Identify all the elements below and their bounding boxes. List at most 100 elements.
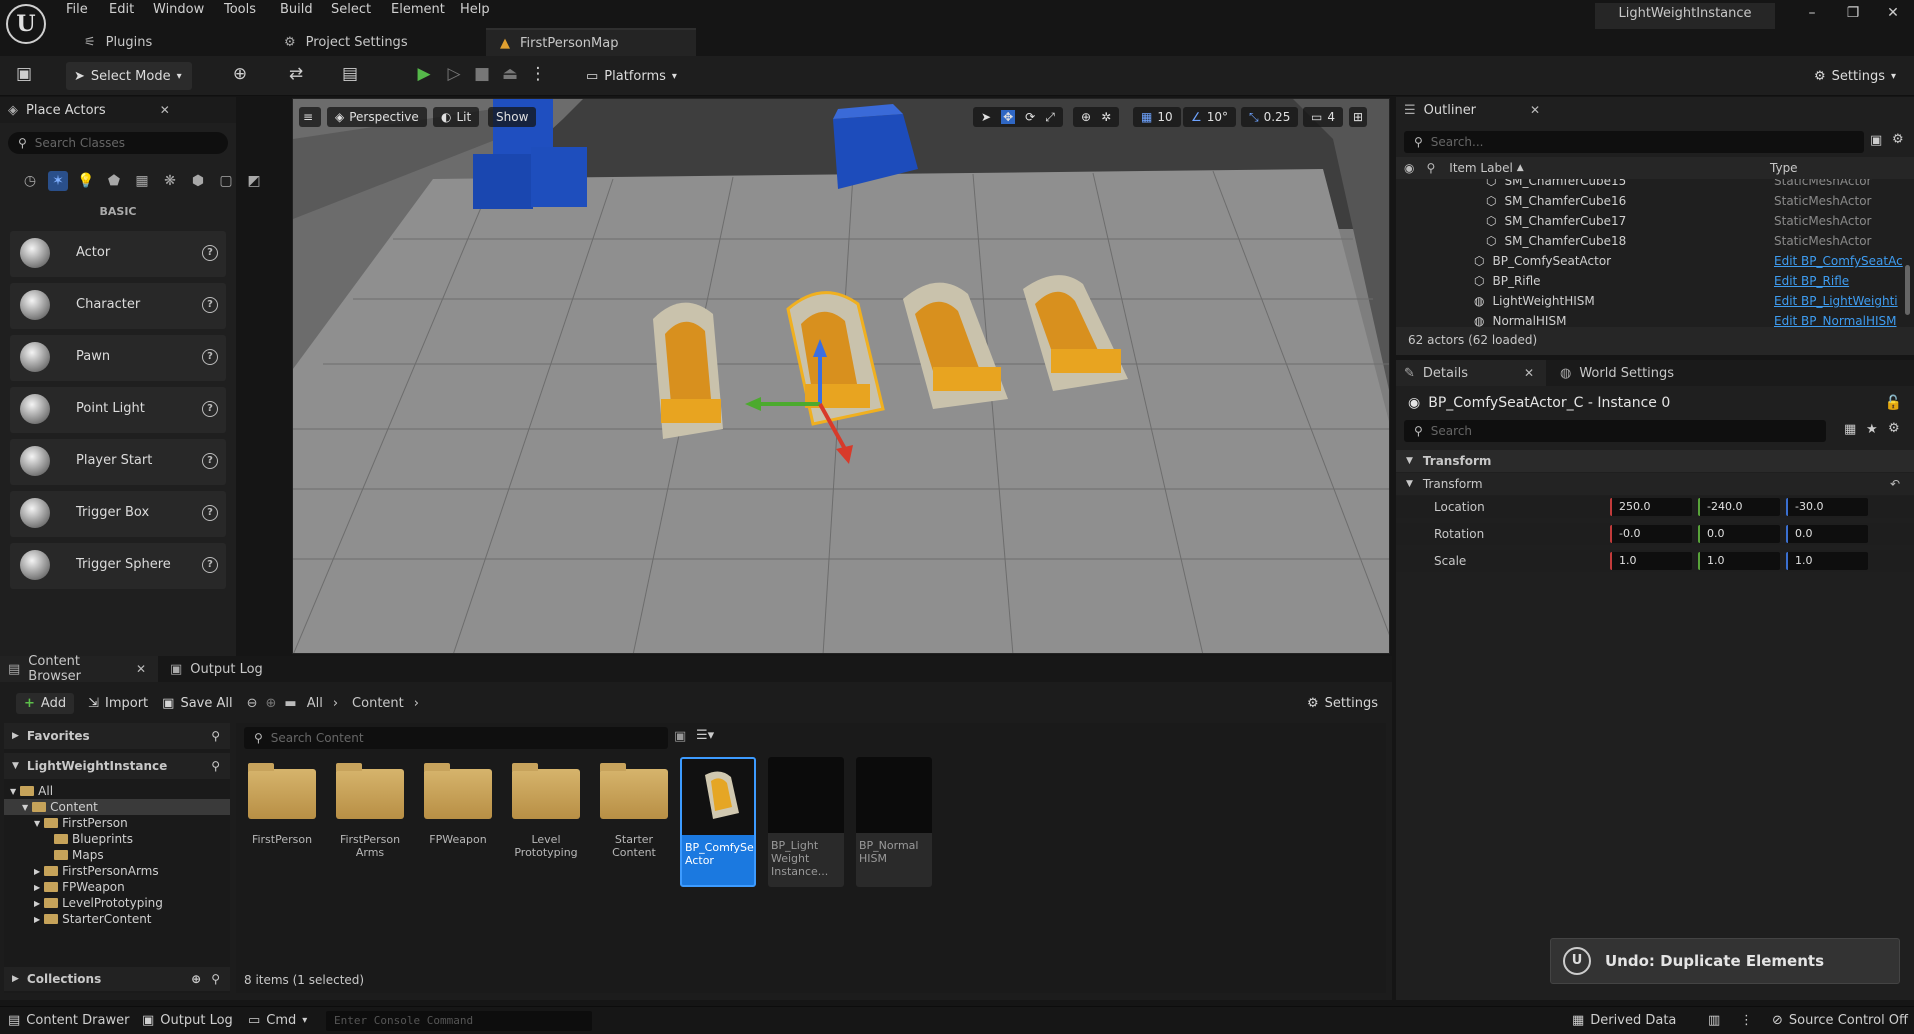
menu-help[interactable]: Help: [460, 2, 490, 17]
folder-tile[interactable]: Level Prototyping: [508, 759, 584, 889]
rotate-tool-icon[interactable]: ⟳: [1025, 110, 1035, 124]
scale-z-field[interactable]: 1.0: [1786, 552, 1868, 570]
rotation-snap-button[interactable]: ∠ 10°: [1183, 107, 1237, 127]
cmd-dropdown[interactable]: ▭ Cmd ▾: [248, 1013, 307, 1028]
eject-icon[interactable]: ⏏: [496, 64, 524, 84]
help-icon[interactable]: ?: [202, 557, 218, 573]
rotation-y-field[interactable]: 0.0: [1698, 525, 1780, 543]
edit-blueprint-link[interactable]: Edit BP_NormalHISM: [1774, 314, 1896, 327]
actor-item-pawn[interactable]: Pawn ?: [10, 335, 226, 381]
collections-header[interactable]: ▶ Collections ⊕ ⚲: [4, 967, 230, 991]
edit-blueprint-link[interactable]: Edit BP_Rifle: [1774, 274, 1849, 288]
scale-snap-button[interactable]: ⤡ 0.25: [1241, 107, 1299, 127]
tree-item[interactable]: ▼ All: [4, 783, 230, 799]
close-tab-icon[interactable]: ✕: [1524, 366, 1534, 380]
outliner-search-input[interactable]: ⚲ Search...: [1404, 131, 1864, 153]
blueprint-icon[interactable]: ⇄: [282, 64, 310, 84]
scale-x-field[interactable]: 1.0: [1610, 552, 1692, 570]
lock-icon[interactable]: 🔓: [1885, 395, 1902, 411]
geometry-icon[interactable]: ⬢: [188, 171, 208, 191]
tree-item[interactable]: ▼ FirstPerson: [4, 815, 230, 831]
asset-tile[interactable]: BP_Normal HISM: [856, 757, 932, 887]
actor-item-trigger-box[interactable]: Trigger Box ?: [10, 491, 226, 537]
visual-effects-icon[interactable]: ❋: [160, 171, 180, 191]
viewport-menu-button[interactable]: ≡: [299, 107, 321, 127]
source-control-button[interactable]: ⊘ Source Control Off: [1772, 1013, 1908, 1028]
move-tool-icon[interactable]: ✥: [1001, 110, 1016, 124]
search-classes-input[interactable]: ⚲ Search Classes: [8, 132, 228, 154]
save-all-button[interactable]: ▣ Save All: [162, 696, 232, 711]
tab-world-settings[interactable]: ◍ World Settings: [1546, 366, 1674, 381]
step-icon[interactable]: ▷: [440, 64, 468, 84]
help-icon[interactable]: ?: [202, 505, 218, 521]
menu-edit[interactable]: Edit: [109, 2, 134, 17]
menu-tools[interactable]: Tools: [224, 2, 256, 17]
gear-icon[interactable]: ⚙: [1892, 132, 1904, 147]
outliner-row[interactable]: ◍ LightWeightHISM Edit BP_LightWeighti: [1396, 291, 1914, 311]
tab-firstpersonmap[interactable]: ▲ FirstPersonMap: [486, 28, 696, 56]
unreal-logo-icon[interactable]: U: [6, 4, 46, 44]
project-header[interactable]: ▼ LightWeightInstance ⚲: [4, 753, 230, 779]
lit-button[interactable]: ◐ Lit: [433, 107, 480, 127]
transform-section-header[interactable]: ▼ Transform: [1396, 450, 1914, 472]
search-icon[interactable]: ⚲: [211, 729, 220, 743]
show-button[interactable]: Show: [488, 107, 537, 127]
tab-project-settings[interactable]: ⚙ Project Settings: [270, 28, 422, 56]
minimize-icon[interactable]: –: [1797, 5, 1827, 21]
cinematics-icon[interactable]: ▤: [336, 64, 364, 84]
eye-icon[interactable]: ◉: [1404, 161, 1414, 175]
world-space-icon[interactable]: ⊕: [1081, 110, 1091, 124]
add-folder-icon[interactable]: ▣: [1870, 133, 1882, 148]
actor-item-point-light[interactable]: Point Light ?: [10, 387, 226, 433]
viewport-scene[interactable]: [293, 99, 1390, 654]
folder-tile[interactable]: FirstPerson: [244, 759, 320, 889]
tree-item[interactable]: Maps: [4, 847, 230, 863]
location-z-field[interactable]: -30.0: [1786, 498, 1868, 516]
transform-subsection-header[interactable]: ▼ Transform ↶: [1396, 473, 1914, 495]
history-forward-icon[interactable]: ⊕: [266, 696, 277, 711]
grid-snap-button[interactable]: ▦ 10: [1133, 107, 1181, 127]
select-tool-icon[interactable]: ➤: [981, 110, 991, 124]
search-icon[interactable]: ⚲: [211, 759, 220, 773]
more-icon[interactable]: ⋮: [1740, 1013, 1753, 1028]
add-button[interactable]: + Add: [16, 692, 75, 714]
platforms-button[interactable]: ▭ Platforms ▾: [578, 62, 685, 90]
actor-item-actor[interactable]: Actor ?: [10, 231, 226, 277]
breadcrumb-content[interactable]: Content: [352, 696, 404, 711]
actor-item-player-start[interactable]: Player Start ?: [10, 439, 226, 485]
star-icon[interactable]: ★: [1866, 422, 1878, 437]
output-log-button[interactable]: ▣ Output Log: [142, 1013, 233, 1028]
perspective-button[interactable]: ◈ Perspective: [327, 107, 427, 127]
history-back-icon[interactable]: ⊖: [247, 696, 258, 711]
tab-details[interactable]: ✎ Details ✕: [1396, 360, 1546, 386]
help-icon[interactable]: ?: [202, 453, 218, 469]
actor-item-trigger-sphere[interactable]: Trigger Sphere ?: [10, 543, 226, 589]
settings-button[interactable]: ⚙ Settings ▾: [1806, 62, 1904, 90]
help-icon[interactable]: ?: [202, 245, 218, 261]
tree-item[interactable]: ▶ FPWeapon: [4, 879, 230, 895]
viewport-layout-button[interactable]: ⊞: [1349, 107, 1368, 127]
tree-item[interactable]: ▶ FirstPersonArms: [4, 863, 230, 879]
type-column[interactable]: Type: [1770, 161, 1798, 175]
outliner-row[interactable]: ⬡ SM_ChamferCube17 StaticMeshActor: [1396, 211, 1914, 231]
reset-icon[interactable]: ↶: [1890, 477, 1900, 491]
menu-element[interactable]: Element: [391, 2, 445, 17]
camera-speed-button[interactable]: ▭ 4: [1303, 107, 1343, 127]
menu-window[interactable]: Window: [153, 2, 204, 17]
item-label-column[interactable]: Item Label: [1449, 161, 1513, 175]
progress-icon[interactable]: ▥: [1708, 1013, 1720, 1028]
outliner-row[interactable]: ◍ NormalHISM Edit BP_NormalHISM: [1396, 311, 1914, 327]
derived-data-button[interactable]: ▦ Derived Data: [1572, 1013, 1676, 1028]
shapes-icon[interactable]: ⬟: [104, 171, 124, 191]
close-tab-icon[interactable]: ✕: [1530, 103, 1540, 117]
menu-build[interactable]: Build: [280, 2, 313, 17]
console-input[interactable]: Enter Console Command: [326, 1011, 592, 1031]
restore-icon[interactable]: ❐: [1838, 5, 1868, 21]
rotation-x-field[interactable]: -0.0: [1610, 525, 1692, 543]
add-collection-icon[interactable]: ⊕: [191, 972, 201, 986]
surface-snap-icon[interactable]: ✲: [1101, 110, 1111, 124]
volumes-icon[interactable]: ▢: [216, 171, 236, 191]
close-icon[interactable]: ✕: [1878, 5, 1908, 21]
outliner-row[interactable]: ⬡ SM_ChamferCube15 StaticMeshActor: [1396, 179, 1914, 191]
actor-item-character[interactable]: Character ?: [10, 283, 226, 329]
